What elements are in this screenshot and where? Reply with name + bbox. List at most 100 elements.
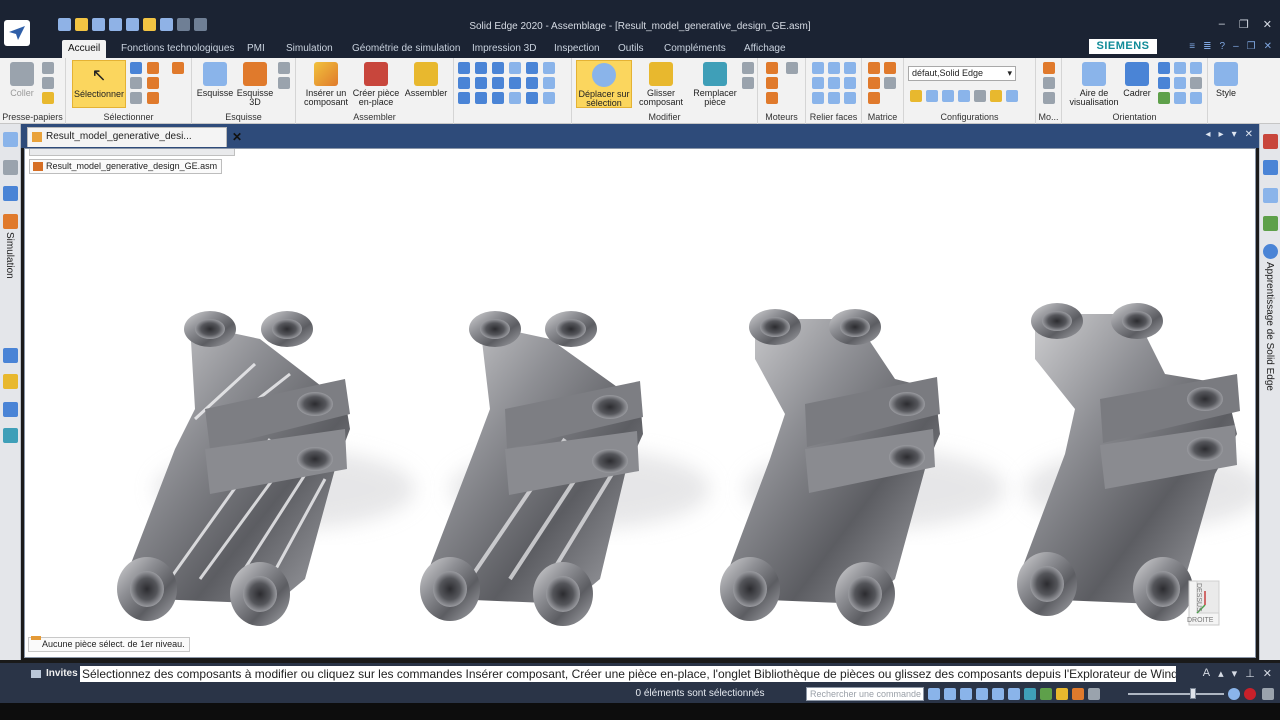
sketch-option2-icon[interactable] [278, 77, 290, 89]
motor-rotate-icon[interactable] [766, 77, 778, 89]
sketch-button[interactable]: Esquisse [196, 60, 234, 98]
view-cube-front-label[interactable]: DROITE [1187, 617, 1213, 624]
view-cube[interactable]: DESSUS DROITE [1185, 577, 1225, 629]
style-button[interactable]: Style [1210, 60, 1242, 98]
tab-simulation[interactable]: Simulation [280, 40, 339, 58]
show-icon[interactable] [130, 92, 142, 104]
config-icon-2[interactable] [926, 90, 938, 102]
modify-option2-icon[interactable] [742, 77, 754, 89]
match-coordinate-icon[interactable] [543, 77, 555, 89]
tab-accueil[interactable]: Accueil [62, 40, 107, 58]
paste-button[interactable]: Coller [6, 60, 38, 98]
view-style-icon[interactable] [1024, 688, 1036, 700]
face-symmetric-icon[interactable] [828, 92, 840, 104]
scroll-down-icon[interactable]: ▾ [1232, 667, 1238, 680]
close-icon[interactable]: ✕ [1263, 18, 1272, 31]
select-tools-icon[interactable] [130, 77, 142, 89]
layers-tab-icon[interactable] [3, 160, 18, 175]
graphics-window[interactable]: Result_model_generative_design_GE.asm DE… [24, 148, 1256, 658]
minimize-icon[interactable]: – [1219, 18, 1225, 31]
tab-list-icon[interactable]: ▾ [1232, 129, 1237, 140]
more-icon-2[interactable] [1043, 77, 1055, 89]
assemble-button[interactable]: Assembler [402, 60, 450, 98]
format-painter-icon[interactable] [42, 92, 54, 104]
select-box-icon[interactable] [147, 62, 159, 74]
create-part-in-place-button[interactable]: Créer pièce en-place [352, 60, 400, 107]
zoom-icon[interactable] [1158, 62, 1170, 74]
pattern-along-curve-icon[interactable] [868, 77, 880, 89]
copy-icon[interactable] [42, 77, 54, 89]
face-coplanar-icon[interactable] [828, 77, 840, 89]
bracket-model-2[interactable] [420, 311, 710, 626]
tab-complements[interactable]: Compléments [658, 40, 732, 58]
drag-component-button[interactable]: Glisser composant [634, 60, 688, 107]
zoom-area-button[interactable]: Aire de visualisation [1066, 60, 1122, 107]
camera-icon[interactable] [974, 90, 986, 102]
document-close-icon[interactable]: ✕ [232, 128, 242, 146]
tab-inspection[interactable]: Inspection [548, 40, 606, 58]
tab-impression-3d[interactable]: Impression 3D [466, 40, 542, 58]
spreadsheet-icon[interactable] [1263, 216, 1278, 231]
configuration-select[interactable]: défaut,Solid Edge [908, 66, 1016, 81]
show-only-icon[interactable] [147, 92, 159, 104]
tab-affichage[interactable]: Affichage [738, 40, 792, 58]
display-icon[interactable] [1056, 688, 1068, 700]
config-icon-3[interactable] [942, 90, 954, 102]
select-button[interactable]: ↖ Sélectionner [72, 60, 126, 108]
facebook-icon[interactable] [1263, 160, 1278, 175]
previous-view-icon[interactable] [1190, 92, 1202, 104]
face-align-icon[interactable] [828, 62, 840, 74]
face-more-icon[interactable] [844, 92, 856, 104]
zoom-area-status-icon[interactable] [944, 688, 956, 700]
fit-status-icon[interactable] [976, 688, 988, 700]
gear-icon[interactable] [509, 77, 521, 89]
help-circle-icon[interactable] [1263, 244, 1278, 259]
selection-manager-icon[interactable] [1072, 688, 1084, 700]
cam-icon[interactable] [492, 77, 504, 89]
spin-icon[interactable] [1190, 77, 1202, 89]
tab-outils[interactable]: Outils [612, 40, 650, 58]
face-parallel-icon[interactable] [812, 77, 824, 89]
face-offset-icon[interactable] [844, 62, 856, 74]
layout-icon[interactable]: ≣ [1203, 41, 1211, 52]
relation-more-icon[interactable] [543, 92, 555, 104]
settings-tab-icon[interactable] [3, 428, 18, 443]
path-icon[interactable] [526, 77, 538, 89]
sketch-3d-button[interactable]: Esquisse 3D [236, 60, 274, 107]
ribbon-minimize-icon[interactable]: – [1233, 41, 1239, 52]
shading-icon[interactable] [1040, 688, 1052, 700]
sensors-tab-icon[interactable] [3, 186, 18, 201]
look-at-icon[interactable] [1158, 92, 1170, 104]
ground-icon[interactable] [509, 92, 521, 104]
tab-pmi[interactable]: PMI [241, 40, 271, 58]
scroll-up-icon[interactable]: ▴ [1218, 667, 1224, 680]
pan-status-icon[interactable] [992, 688, 1004, 700]
named-views-icon[interactable] [1174, 77, 1186, 89]
doc-close-all-icon[interactable]: ✕ [1245, 129, 1253, 140]
document-tab[interactable]: Result_model_generative_desi... ✕ [27, 127, 242, 147]
angle-icon[interactable] [458, 77, 470, 89]
record-icon[interactable] [1244, 688, 1256, 700]
rotate-icon[interactable] [1190, 62, 1202, 74]
planar-align-icon[interactable] [475, 62, 487, 74]
parallel-icon[interactable] [458, 92, 470, 104]
config-icon-6[interactable] [990, 90, 1002, 102]
duplicate-icon[interactable] [868, 92, 880, 104]
tab-prev-icon[interactable]: ◂ [1206, 129, 1211, 140]
font-size-icon[interactable]: A [1203, 667, 1210, 680]
pattern-icon[interactable] [868, 62, 880, 74]
connect-icon[interactable] [526, 62, 538, 74]
relation-options-icon[interactable] [543, 62, 555, 74]
application-button[interactable] [4, 20, 30, 46]
sketch-option-icon[interactable] [278, 62, 290, 74]
motor-linear-icon[interactable] [766, 92, 778, 104]
fit-button[interactable]: Cadrer [1122, 60, 1152, 98]
family-tab-icon[interactable] [3, 374, 18, 389]
simulation-panel-label[interactable]: Simulation [4, 232, 15, 279]
restore-icon[interactable]: ❐ [1239, 18, 1249, 31]
view-orient-icon[interactable] [1158, 77, 1170, 89]
zoom-slider-handle[interactable] [1190, 688, 1196, 699]
more-icon-3[interactable] [1043, 92, 1055, 104]
axial-align-icon[interactable] [492, 62, 504, 74]
bracket-model-4[interactable] [1017, 303, 1256, 621]
